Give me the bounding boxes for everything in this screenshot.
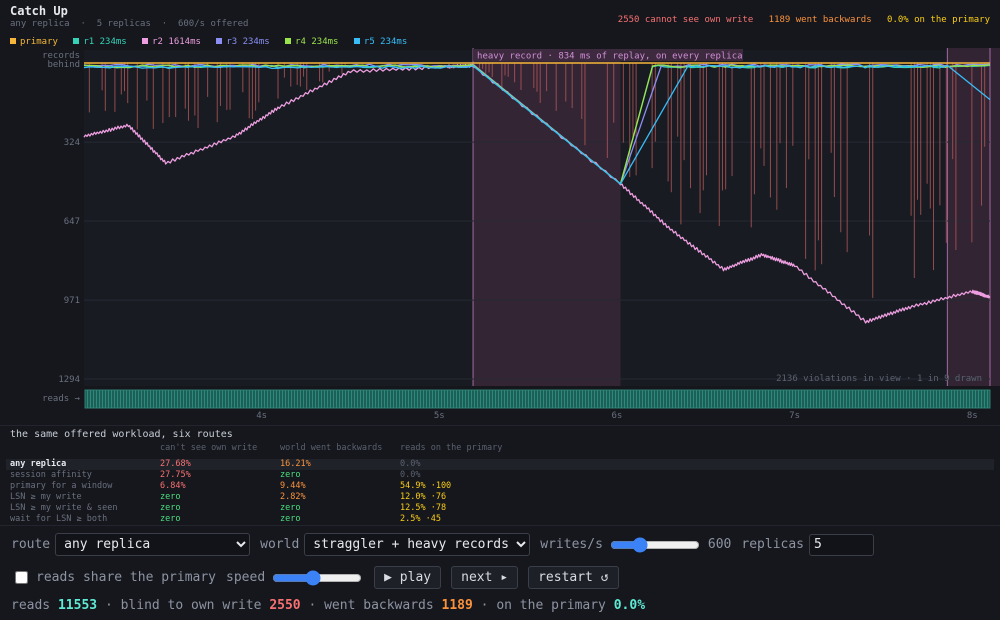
x-tick-label: 6s — [612, 411, 623, 421]
y-tick-label: 1294 — [58, 375, 80, 385]
primary-cell: 2.5% ·45 — [400, 514, 441, 524]
routes-table: the same offered workload, six routes ca… — [0, 425, 1000, 525]
table-row: LSN ≥ my write zero 2.82% 12.0% ·76 — [6, 492, 994, 503]
status-reads-label: reads — [11, 598, 51, 613]
tail-band — [947, 48, 1000, 386]
writes-value: 600 — [707, 537, 732, 552]
backwards-cell: zero — [280, 470, 301, 480]
backwards-cell: zero — [280, 514, 301, 524]
controls-row-1: route any replica world straggler + heav… — [11, 533, 875, 556]
table-row: primary for a window 6.84% 9.44% 54.9% ·100 — [6, 481, 994, 492]
route-name: any replica — [10, 459, 67, 469]
primary-cell: 12.5% ·78 — [400, 503, 447, 513]
writes-label: writes/s — [540, 537, 603, 552]
backwards-cell: 16.21% — [280, 459, 311, 469]
status-back-value: 1189 — [441, 598, 473, 613]
heavy-record-band — [473, 50, 621, 386]
share-primary-checkbox[interactable] — [15, 571, 28, 584]
route-name: primary for a window — [10, 481, 113, 491]
status-blind-label: blind to own write — [120, 598, 262, 613]
table-row: LSN ≥ my write & seen zero zero 12.5% ·78 — [6, 503, 994, 514]
heavy-band-label: heavy record · 834 ms of replay, on ever… — [477, 52, 743, 62]
status-back-label: went backwards — [324, 598, 434, 613]
col-head-backwards: world went backwards — [280, 443, 383, 453]
route-name: session affinity — [10, 470, 92, 480]
status-bar: reads 11553 · blind to own write 2550 · … — [11, 598, 645, 613]
speed-label: speed — [226, 570, 266, 585]
legend-swatch — [285, 38, 292, 44]
summary-counters: 2550 cannot see own write 1189 went back… — [608, 15, 990, 25]
col-head-primary: reads on the primary — [400, 443, 503, 453]
summary-backwards: 1189 went backwards — [768, 15, 872, 25]
own-write-cell: 27.68% — [160, 459, 191, 469]
status-separator: · — [308, 598, 317, 613]
primary-cell: 54.9% ·100 — [400, 481, 452, 491]
controls-row-2: reads share the primary speed ▶ play nex… — [15, 566, 619, 589]
status-primary-value: 0.0% — [613, 598, 646, 613]
route-name: LSN ≥ my write & seen — [10, 503, 118, 513]
backwards-cell: zero — [280, 503, 301, 513]
reads-strip-ticks — [85, 390, 990, 408]
header: Catch Up any replica · 5 replicas · 600/… — [0, 0, 1000, 50]
y-tick-label: 647 — [64, 217, 80, 227]
speed-slider[interactable] — [272, 570, 363, 585]
world-select[interactable]: straggler + heavy records — [304, 533, 531, 556]
status-separator: · — [480, 598, 489, 613]
x-tick-label: 7s — [789, 411, 800, 421]
table-title: the same offered workload, six routes — [10, 429, 233, 440]
legend-swatch — [10, 38, 16, 44]
own-write-cell: 6.84% — [160, 481, 186, 491]
status-primary-label: on the primary — [496, 598, 606, 613]
violations-label: 2136 violations in view · 1 in 9 drawn — [776, 374, 982, 384]
world-label: world — [260, 537, 300, 552]
route-label: route — [11, 537, 51, 552]
legend-swatch — [353, 38, 360, 44]
legend-swatch — [142, 38, 149, 44]
col-head-own-write: can't see own write — [160, 443, 258, 453]
status-blind-value: 2550 — [269, 598, 301, 613]
app-subtitle: any replica · 5 replicas · 600/s offered — [10, 19, 249, 29]
y-tick-label: 324 — [64, 138, 80, 148]
table-row: wait for LSN ≥ both zero zero 2.5% ·45 — [6, 514, 994, 525]
status-separator: · — [104, 598, 113, 613]
table-row: session affinity 27.75% zero 0.0% — [6, 470, 994, 481]
route-select[interactable]: any replica — [55, 533, 251, 556]
primary-cell: 0.0% — [400, 459, 421, 469]
route-name: wait for LSN ≥ both — [10, 514, 108, 524]
next-button[interactable]: next ▸ — [451, 566, 519, 589]
restart-button[interactable]: restart ↺ — [528, 566, 619, 589]
backwards-cell: 9.44% — [280, 481, 306, 491]
x-tick-label: 5s — [434, 411, 445, 421]
own-write-cell: 27.75% — [160, 470, 191, 480]
primary-cell: 12.0% ·76 — [400, 492, 447, 502]
y-tick-label: 971 — [64, 296, 80, 306]
status-reads-value: 11553 — [57, 598, 98, 613]
x-tick-label: 4s — [256, 411, 267, 421]
route-name: LSN ≥ my write — [10, 492, 82, 502]
legend-swatch — [216, 38, 223, 44]
replicas-input[interactable] — [809, 533, 875, 556]
own-write-cell: zero — [160, 492, 181, 502]
x-tick-label: 8s — [967, 411, 978, 421]
controls-panel: route any replica world straggler + heav… — [0, 525, 1000, 620]
backwards-cell: 2.82% — [280, 492, 306, 502]
share-primary-label: reads share the primary — [36, 570, 217, 585]
writes-slider[interactable] — [609, 537, 700, 552]
summary-own-write: 2550 cannot see own write — [617, 15, 754, 25]
replicas-label: replicas — [741, 537, 805, 552]
y-axis-label: behind — [47, 60, 80, 70]
own-write-cell: zero — [160, 503, 181, 513]
reads-strip-label: reads → — [42, 394, 81, 404]
summary-primary: 0.0% on the primary — [887, 15, 990, 25]
lag-chart: 3246479711294recordsbehind4s 5s 6s 7s 8sheav… — [0, 46, 1000, 425]
app-title: Catch Up — [10, 4, 68, 18]
own-write-cell: zero — [160, 514, 181, 524]
legend-swatch — [73, 38, 80, 44]
play-button[interactable]: ▶ play — [374, 566, 442, 589]
primary-cell: 0.0% — [400, 470, 421, 480]
table-row: any replica 27.68% 16.21% 0.0% — [6, 459, 994, 470]
